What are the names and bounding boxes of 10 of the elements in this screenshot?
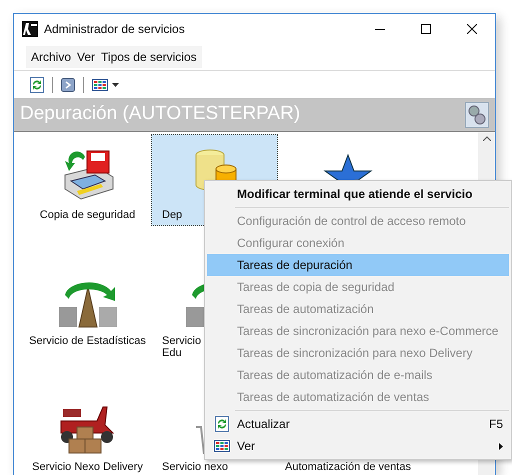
service-label: Dep [162, 209, 182, 221]
service-label: Servicio nexo [162, 461, 228, 473]
shortcut-label: F5 [488, 416, 503, 433]
header-title: Depuración (AUTOTESTERPAR) [20, 102, 300, 126]
window-title: Administrador de servicios [44, 21, 185, 38]
service-label: Copia de seguridad [40, 209, 136, 221]
service-label: Servicio Edu [162, 335, 202, 359]
service-label: Servicio de Estadísticas [29, 335, 146, 347]
service-label: Servicio Nexo Delivery [32, 461, 143, 473]
service-label: Automatización de ventas [285, 461, 411, 473]
